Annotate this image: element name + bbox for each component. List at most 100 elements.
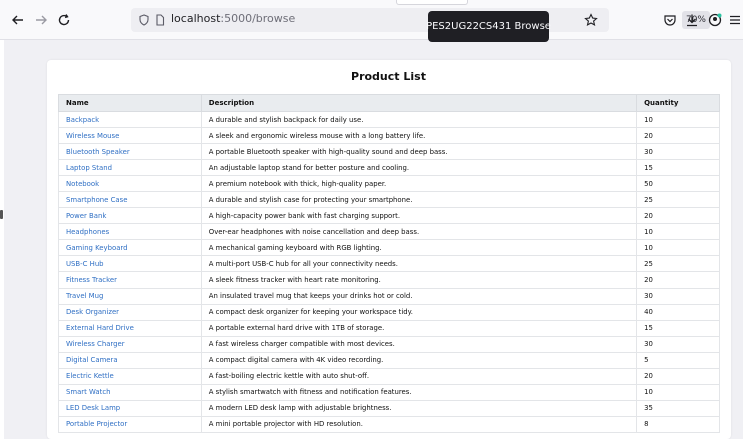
- product-name-link[interactable]: External Hard Drive: [58, 319, 202, 337]
- pocket-icon[interactable]: [660, 10, 680, 30]
- column-header-name: Name: [58, 94, 202, 112]
- table-row: Digital Camera A compact digital camera w…: [58, 351, 720, 369]
- product-quantity: 5: [636, 351, 720, 369]
- product-name-link[interactable]: Travel Mug: [58, 287, 202, 305]
- product-quantity: 30: [636, 143, 720, 161]
- product-quantity: 15: [636, 319, 720, 337]
- product-name-link[interactable]: Portable Projector: [58, 415, 202, 433]
- product-name-link[interactable]: Power Bank: [58, 207, 202, 225]
- product-name-link[interactable]: Smart Watch: [58, 383, 202, 401]
- table-row: Backpack A durable and stylish backpack f…: [58, 110, 720, 129]
- product-description: A durable and stylish case for protectin…: [200, 191, 638, 209]
- product-quantity: 10: [636, 223, 720, 241]
- page-title: Product List: [351, 70, 426, 83]
- product-description: A modern LED desk lamp with adjustable b…: [200, 399, 638, 417]
- product-name-link[interactable]: Laptop Stand: [58, 159, 202, 177]
- menu-icon[interactable]: [725, 10, 743, 30]
- product-quantity: 20: [636, 367, 720, 385]
- product-quantity: 10: [636, 383, 720, 401]
- product-quantity: 25: [636, 255, 720, 273]
- left-edge: [0, 40, 4, 439]
- product-description: An adjustable laptop stand for better po…: [200, 159, 638, 177]
- product-quantity: 20: [636, 207, 720, 225]
- table-row: Power Bank A high-capacity power bank wit…: [58, 207, 720, 225]
- url-host: localhost: [171, 12, 221, 25]
- forward-icon[interactable]: [31, 10, 51, 30]
- table-row: Smart Watch A stylish smartwatch with fit…: [58, 383, 720, 401]
- product-quantity: 30: [636, 335, 720, 353]
- table-row: LED Desk Lamp A modern LED desk lamp with…: [58, 399, 720, 417]
- download-icon[interactable]: [682, 10, 702, 30]
- product-name-link[interactable]: Gaming Keyboard: [58, 239, 202, 257]
- product-description: A fast-boiling electric kettle with auto…: [200, 367, 638, 385]
- product-quantity: 25: [636, 191, 720, 209]
- product-description: A stylish smartwatch with fitness and no…: [200, 383, 638, 401]
- product-name-link[interactable]: Bluetooth Speaker: [58, 143, 202, 161]
- product-name-link[interactable]: Desk Organizer: [58, 303, 202, 321]
- product-name-link[interactable]: USB-C Hub: [58, 255, 202, 273]
- table-header-row: Name Description Quantity: [58, 94, 720, 112]
- product-description: A fast wireless charger compatible with …: [200, 335, 638, 353]
- table-row: Notebook A premium notebook with thick, h…: [58, 175, 720, 193]
- product-name-link[interactable]: Backpack: [58, 110, 202, 129]
- tab-edge: [396, 0, 468, 5]
- product-table: Name Description Quantity Backpack A dura…: [58, 94, 720, 433]
- product-description: A compact digital camera with 4K video r…: [200, 351, 638, 369]
- product-name-link[interactable]: Notebook: [58, 175, 202, 193]
- reload-icon[interactable]: [54, 10, 74, 30]
- browser-toolbar: localhost:5000/browse 70%: [0, 0, 743, 40]
- product-name-link[interactable]: Digital Camera: [58, 351, 202, 369]
- shield-icon[interactable]: [137, 13, 151, 27]
- column-header-description: Description: [200, 94, 638, 112]
- account-icon[interactable]: [705, 10, 725, 30]
- product-description: A portable external hard drive with 1TB …: [200, 319, 638, 337]
- product-description: A mini portable projector with HD resolu…: [200, 415, 638, 433]
- product-quantity: 40: [636, 303, 720, 321]
- table-row: Wireless Mouse A sleek and ergonomic wire…: [58, 127, 720, 145]
- table-row: Electric Kettle A fast-boiling electric k…: [58, 367, 720, 385]
- url-path: :5000/browse: [220, 12, 296, 25]
- product-description: A mechanical gaming keyboard with RGB li…: [200, 239, 638, 257]
- product-name-link[interactable]: Headphones: [58, 223, 202, 241]
- product-quantity: 10: [636, 110, 720, 129]
- product-quantity: 15: [636, 159, 720, 177]
- product-name-link[interactable]: Wireless Charger: [58, 335, 202, 353]
- table-row: Desk Organizer A compact desk organizer f…: [58, 303, 720, 321]
- page-icon[interactable]: [153, 13, 167, 27]
- product-quantity: 35: [636, 399, 720, 417]
- left-edge-mark: [0, 210, 3, 219]
- back-icon[interactable]: [8, 10, 28, 30]
- product-description: A high-capacity power bank with fast cha…: [200, 207, 638, 225]
- product-name-link[interactable]: Wireless Mouse: [58, 127, 202, 145]
- column-header-quantity: Quantity: [636, 94, 720, 112]
- product-description: A sleek and ergonomic wireless mouse wit…: [200, 127, 638, 145]
- tab-tooltip: PES2UG22CS431 Browse: [426, 11, 551, 42]
- product-description: An insulated travel mug that keeps your …: [200, 287, 638, 305]
- table-row: Fitness Tracker A sleek fitness tracker w…: [58, 271, 720, 289]
- product-description: A sleek fitness tracker with heart rate …: [200, 271, 638, 289]
- product-name-link[interactable]: Electric Kettle: [58, 367, 202, 385]
- product-quantity: 10: [636, 239, 720, 257]
- table-row: External Hard Drive A portable external h…: [58, 319, 720, 337]
- product-name-link[interactable]: LED Desk Lamp: [58, 399, 202, 417]
- product-description: A compact desk organizer for keeping you…: [200, 303, 638, 321]
- table-row: Headphones Over-ear headphones with noise…: [58, 223, 720, 241]
- table-row: Bluetooth Speaker A portable Bluetooth sp…: [58, 143, 720, 161]
- product-name-link[interactable]: Fitness Tracker: [58, 271, 202, 289]
- product-description: A multi-port USB-C hub for all your conn…: [200, 255, 638, 273]
- product-quantity: 50: [636, 175, 720, 193]
- table-row: Wireless Charger A fast wireless charger …: [58, 335, 720, 353]
- product-quantity: 8: [636, 415, 720, 433]
- product-quantity: 30: [636, 287, 720, 305]
- table-row: Travel Mug An insulated travel mug that k…: [58, 287, 720, 305]
- table-row: Gaming Keyboard A mechanical gaming keybo…: [58, 239, 720, 257]
- product-quantity: 20: [636, 127, 720, 145]
- product-description: A portable Bluetooth speaker with high-q…: [200, 143, 638, 161]
- table-row: USB-C Hub A multi-port USB-C hub for all …: [58, 255, 720, 273]
- table-row: Laptop Stand An adjustable laptop stand f…: [58, 159, 720, 177]
- bookmark-star-icon[interactable]: [581, 10, 601, 30]
- url-text[interactable]: localhost:5000/browse: [171, 12, 295, 25]
- table-row: Smartphone Case A durable and stylish cas…: [58, 191, 720, 209]
- product-name-link[interactable]: Smartphone Case: [58, 191, 202, 209]
- table-row: Portable Projector A mini portable projec…: [58, 415, 720, 433]
